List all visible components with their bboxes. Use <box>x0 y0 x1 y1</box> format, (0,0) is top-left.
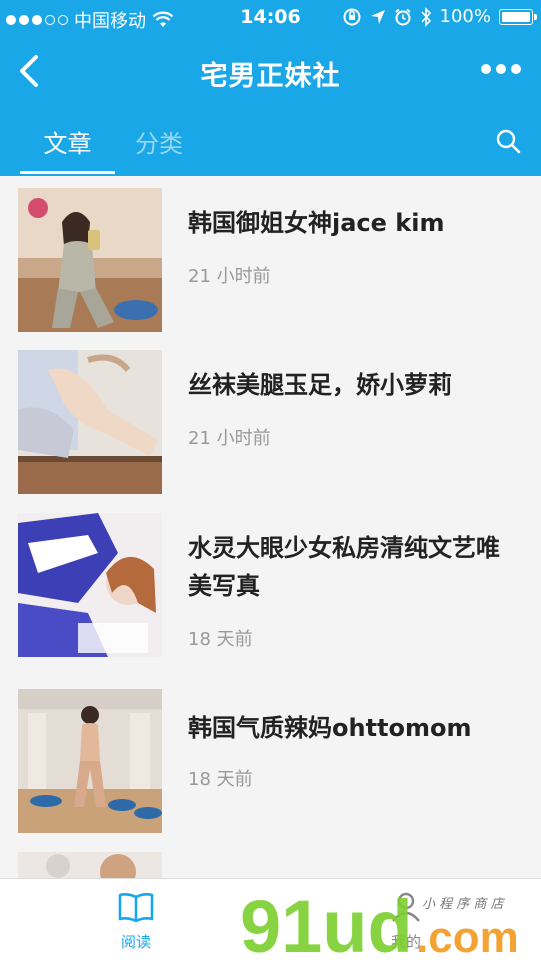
article-item[interactable]: 韩国御姐女神jace kim 21 小时前 <box>0 176 541 338</box>
battery-icon <box>499 8 537 25</box>
article-title: 韩国气质辣妈ohttomom <box>188 714 472 742</box>
status-bar-right: 100% <box>342 6 537 27</box>
search-icon[interactable] <box>495 128 521 154</box>
bottom-tab-bar: 阅读 我的 <box>0 878 541 960</box>
article-title: 韩国御姐女神jace kim <box>188 209 445 237</box>
article-item[interactable]: 韩国气质辣妈ohttomom 18 天前 <box>0 689 541 854</box>
article-thumbnail <box>18 513 162 657</box>
bottom-tab-read[interactable]: 阅读 <box>76 891 196 952</box>
article-time: 18 天前 <box>188 629 253 650</box>
tab-categories[interactable]: 分类 <box>135 124 183 176</box>
book-icon <box>118 893 154 923</box>
rotation-lock-icon <box>343 8 361 25</box>
article-item[interactable]: 丝袜美腿玉足，娇小萝莉 21 小时前 <box>0 338 541 501</box>
bottom-tab-mine[interactable]: 我的 <box>346 891 466 952</box>
bottom-tab-label: 阅读 <box>120 933 151 951</box>
article-time: 18 天前 <box>188 769 253 790</box>
article-item[interactable]: 水灵大眼少女私房清纯文艺唯美写真 18 天前 <box>0 501 541 689</box>
article-thumbnail <box>18 350 162 494</box>
article-title: 水灵大眼少女私房清纯文艺唯美写真 <box>188 534 500 600</box>
article-thumbnail <box>18 852 162 878</box>
article-item-partial[interactable] <box>0 852 541 878</box>
more-dots-icon[interactable] <box>481 64 521 74</box>
tab-articles[interactable]: 文章 <box>20 124 115 176</box>
location-arrow-icon <box>370 9 385 24</box>
article-time: 21 小时前 <box>188 428 271 449</box>
user-icon <box>392 892 420 922</box>
page-title: 宅男正妹社 <box>200 61 341 92</box>
battery-percent: 100% <box>439 6 491 27</box>
article-thumbnail <box>18 188 162 332</box>
bluetooth-icon <box>420 6 431 27</box>
nav-bar: 宅男正妹社 <box>0 36 541 106</box>
tab-bar: 文章 分类 <box>0 106 541 176</box>
article-list: 韩国御姐女神jace kim 21 小时前 丝袜美腿玉足，娇小萝莉 21 小时前 <box>0 176 541 878</box>
bottom-tab-label: 我的 <box>390 933 421 951</box>
alarm-icon <box>394 8 411 25</box>
article-time: 21 小时前 <box>188 266 271 287</box>
status-bar: 中国移动 14:06 100% <box>0 0 541 36</box>
article-thumbnail <box>18 689 162 833</box>
article-title: 丝袜美腿玉足，娇小萝莉 <box>188 371 452 399</box>
